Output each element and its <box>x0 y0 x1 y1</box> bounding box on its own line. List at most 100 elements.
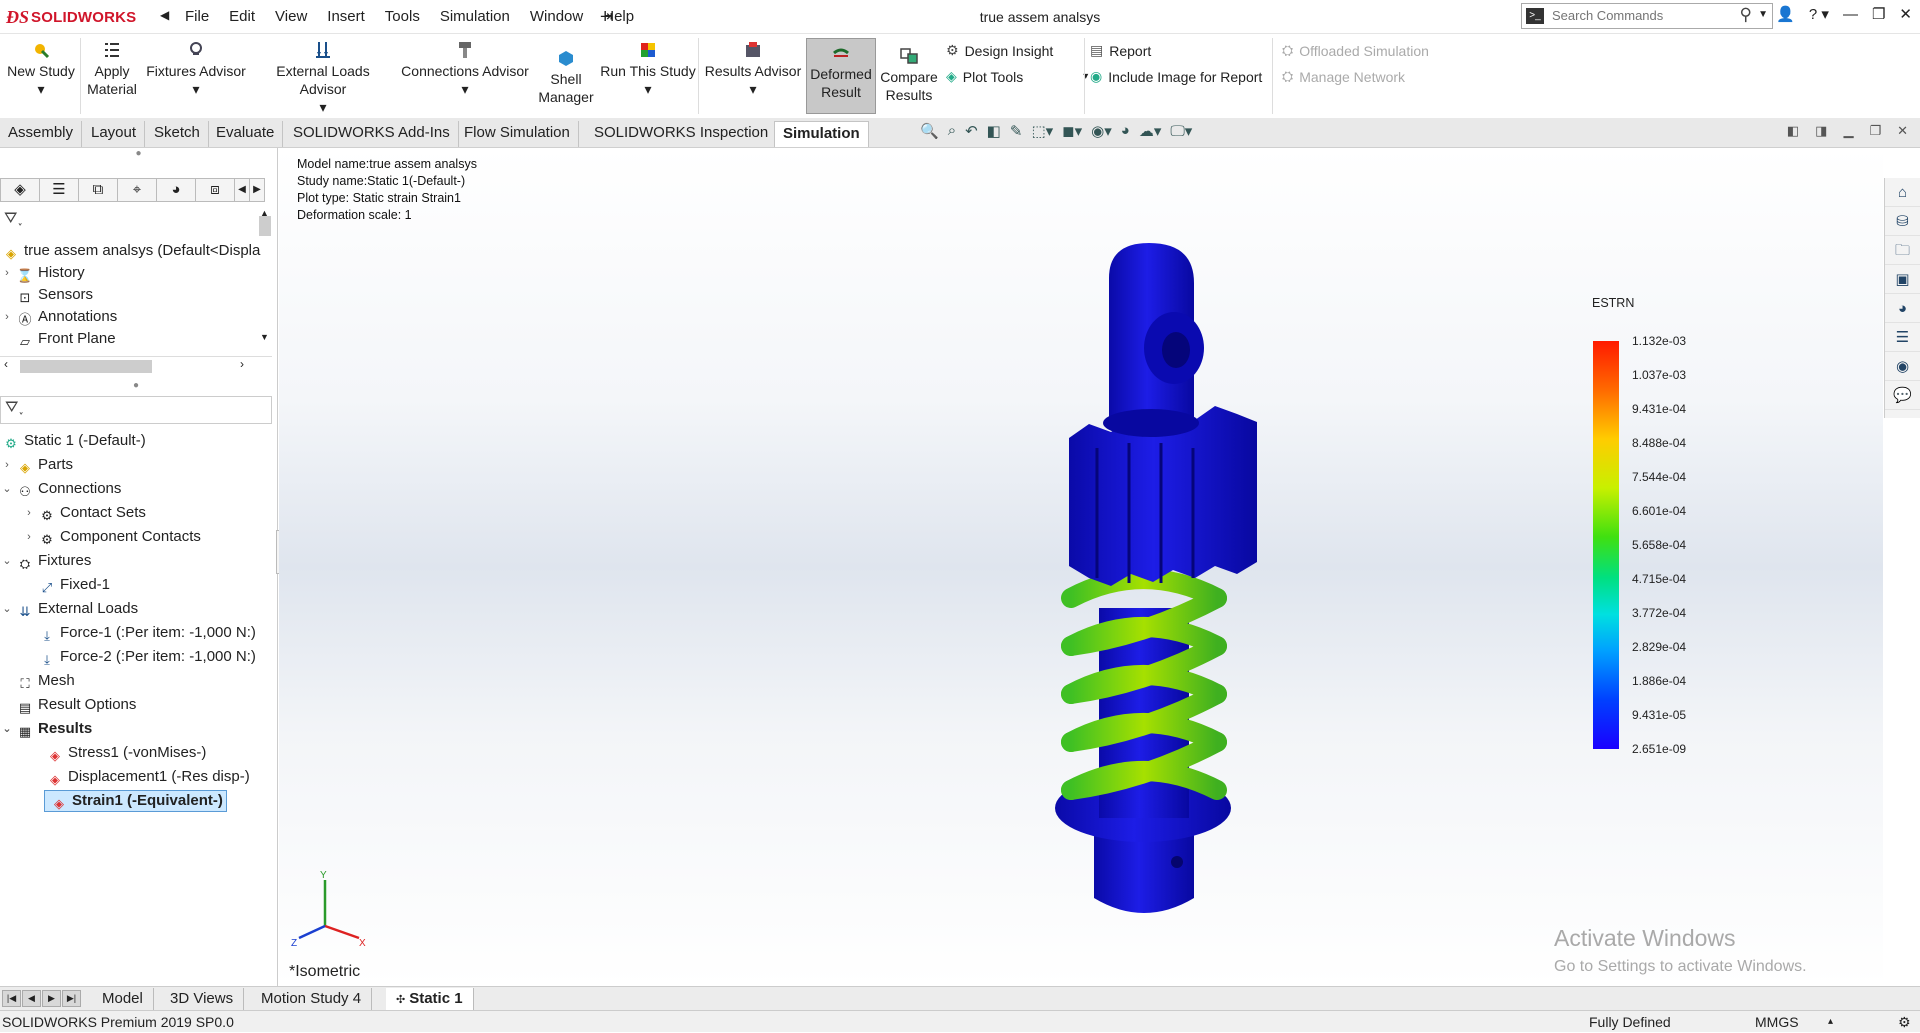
minimize-button[interactable]: — <box>1843 6 1858 23</box>
tree-item-fixed-1[interactable]: ⤢ Fixed-1 <box>36 574 110 596</box>
tab-layout[interactable]: Layout <box>83 121 146 147</box>
tree-item-displacement1[interactable]: ◈ Displacement1 (-Res disp-) <box>44 766 250 788</box>
tree-item-external-loads[interactable]: ⌄ ⇊ External Loads <box>0 598 138 620</box>
view-settings-icon[interactable]: 🖵▾ <box>1170 122 1192 140</box>
feature-manager-tab-icon[interactable]: ◈ <box>0 178 40 202</box>
tree-root-assembly[interactable]: ◈ true assem analsys (Default<Displa <box>0 240 260 262</box>
restore-button[interactable]: ❐ <box>1872 5 1885 23</box>
tile-right-icon[interactable]: ◨ <box>1815 123 1827 139</box>
tab-simulation[interactable]: Simulation <box>774 121 869 147</box>
prev-tab-icon[interactable]: ◀ <box>22 990 41 1007</box>
run-this-study-button[interactable]: Run This Study ▾ <box>600 40 696 98</box>
tree-item-results[interactable]: ⌄ ▦ Results <box>0 718 92 740</box>
filter-icon[interactable]: ⛛˯ <box>4 210 23 228</box>
tree-item-parts[interactable]: › ◈ Parts <box>0 454 73 476</box>
expand-arrow-icon[interactable]: › <box>22 526 36 548</box>
new-study-button[interactable]: New Study ▾ <box>6 40 76 98</box>
tree-item-force-2[interactable]: ⤓ Force-2 (:Per item: -1,000 N:) <box>36 646 256 668</box>
close-button[interactable]: ✕ <box>1899 5 1912 23</box>
tree-item-mesh[interactable]: ⛶ Mesh <box>14 670 74 692</box>
expand-arrow-icon[interactable]: › <box>0 306 14 328</box>
viewport-restore-icon[interactable]: ❐ <box>1869 123 1881 139</box>
expand-arrow-icon[interactable]: › <box>22 502 36 524</box>
edit-appearance-icon[interactable]: ◕ <box>1121 122 1130 140</box>
report-button[interactable]: ▤ Report <box>1090 42 1151 59</box>
tab-scroll-left-icon[interactable]: ◀ <box>234 178 250 202</box>
home-icon[interactable]: ⌂ <box>1885 178 1920 207</box>
scroll-left-icon[interactable]: ‹ <box>4 357 8 371</box>
solidworks-resources-icon[interactable]: ◉ <box>1885 352 1920 381</box>
filter-icon[interactable]: ⛛˯ <box>5 399 24 417</box>
splitter-grip[interactable]: ● <box>0 380 272 394</box>
last-tab-icon[interactable]: ▶| <box>62 990 81 1007</box>
tree-item-force-1[interactable]: ⤓ Force-1 (:Per item: -1,000 N:) <box>36 622 256 644</box>
collapse-arrow-icon[interactable]: ⌄ <box>0 550 14 572</box>
help-icon[interactable]: ? ▾ <box>1809 5 1829 23</box>
scroll-down-icon[interactable]: ▼ <box>260 332 269 342</box>
tree-item-history[interactable]: › ⌛ History <box>0 262 85 284</box>
tile-left-icon[interactable]: ◧ <box>1787 123 1799 139</box>
zoom-to-fit-icon[interactable]: 🔍 <box>920 122 939 140</box>
tab-solidworks-add-ins[interactable]: SOLIDWORKS Add-Ins <box>285 121 459 147</box>
tab-scroll-right-icon[interactable]: ▶ <box>249 178 265 202</box>
display-manager-tab-icon[interactable]: ◕ <box>156 178 196 202</box>
shell-manager-button[interactable]: Shell Manager <box>534 48 598 106</box>
plot-tools-button[interactable]: ◈ Plot Tools ▾ <box>946 68 1088 85</box>
section-view-icon[interactable]: ◧ <box>987 122 1001 140</box>
property-manager-tab-icon[interactable]: ☰ <box>39 178 79 202</box>
design-library-icon[interactable]: ⛁ <box>1885 207 1920 236</box>
zoom-to-area-icon[interactable]: ⌕ <box>948 122 956 140</box>
previous-view-icon[interactable]: ↶ <box>965 122 978 140</box>
offloaded-simulation-button[interactable]: ⛭ Offloaded Simulation <box>1282 42 1429 59</box>
expand-arrow-icon[interactable]: › <box>0 262 14 284</box>
results-advisor-button[interactable]: Results Advisor ▾ <box>702 40 804 98</box>
hide-show-items-icon[interactable]: ◉▾ <box>1091 122 1112 140</box>
design-insight-button[interactable]: ⚙ Design Insight <box>946 42 1053 59</box>
tree-item-strain1[interactable]: ◈ Strain1 (-Equivalent-) <box>44 790 227 812</box>
tree-item-result-options[interactable]: ▤ Result Options <box>14 694 137 716</box>
tab-sketch[interactable]: Sketch <box>146 121 209 147</box>
tree-item-connections[interactable]: ⌄ ⚇ Connections <box>0 478 121 500</box>
scroll-right-icon[interactable]: › <box>240 357 244 371</box>
tree-item-annotations[interactable]: › Ⓐ Annotations <box>0 306 117 328</box>
first-tab-icon[interactable]: |◀ <box>2 990 21 1007</box>
tab-motion-study-4[interactable]: Motion Study 4 <box>251 988 373 1010</box>
viewport-close-icon[interactable]: ✕ <box>1897 123 1908 139</box>
fixtures-advisor-button[interactable]: Fixtures Advisor ▾ <box>146 40 246 98</box>
tab-solidworks-inspection[interactable]: SOLIDWORKS Inspection <box>586 121 778 147</box>
tree-item-stress1[interactable]: ◈ Stress1 (-vonMises-) <box>44 742 206 764</box>
search-input[interactable] <box>1550 7 1730 24</box>
tree-vertical-scrollbar[interactable]: ▲ ▼ <box>258 208 272 348</box>
view-palette-icon[interactable]: ▣ <box>1885 265 1920 294</box>
tab-assembly[interactable]: Assembly <box>0 121 83 147</box>
tab-static-1[interactable]: ✣ Static 1 <box>386 988 474 1010</box>
tab-3d-views[interactable]: 3D Views <box>160 988 245 1010</box>
search-commands-box[interactable]: >_ ⚲ ▼ <box>1521 3 1773 29</box>
tab-evaluate[interactable]: Evaluate <box>208 121 284 147</box>
tree-study-static-1[interactable]: ⚙ Static 1 (-Default-) <box>0 430 146 452</box>
configuration-manager-tab-icon[interactable]: ⧉ <box>78 178 118 202</box>
scroll-thumb[interactable] <box>20 360 152 373</box>
external-loads-advisor-button[interactable]: External Loads Advisor ▾ <box>252 40 394 116</box>
collapse-arrow-icon[interactable]: ⌄ <box>0 718 14 740</box>
tree-item-component-contacts[interactable]: › ⚙ Component Contacts <box>22 526 201 548</box>
collapse-arrow-icon[interactable]: ⌄ <box>0 598 14 620</box>
rebuild-icon[interactable]: ⚙ <box>1898 1011 1911 1033</box>
tree-item-contact-sets[interactable]: › ⚙ Contact Sets <box>22 502 146 524</box>
units-selector[interactable]: MMGS <box>1755 1011 1799 1033</box>
study-filter-box[interactable]: ⛛˯ <box>0 396 272 424</box>
expand-arrow-icon[interactable]: › <box>0 454 14 476</box>
simulation-tab-icon[interactable]: ⧈ <box>195 178 235 202</box>
units-dropdown-icon[interactable]: ▴ <box>1828 1011 1833 1033</box>
file-explorer-icon[interactable]: 🗀 <box>1885 236 1920 265</box>
shock-absorber-model[interactable] <box>979 238 1279 978</box>
view-orientation-icon[interactable]: ⬚▾ <box>1031 122 1053 140</box>
splitter-grip[interactable]: ● <box>0 148 277 162</box>
connections-advisor-button[interactable]: Connections Advisor ▾ <box>400 40 530 98</box>
viewport-minimize-icon[interactable]: ▁ <box>1843 123 1853 139</box>
manage-network-button[interactable]: ⛭ Manage Network <box>1282 68 1405 85</box>
appearances-icon[interactable]: ◕ <box>1885 294 1920 323</box>
tab-model[interactable]: Model <box>92 988 154 1010</box>
dynamic-annotation-icon[interactable]: ✎ <box>1010 122 1023 140</box>
tree-item-fixtures[interactable]: ⌄ ⛭ Fixtures <box>0 550 91 572</box>
